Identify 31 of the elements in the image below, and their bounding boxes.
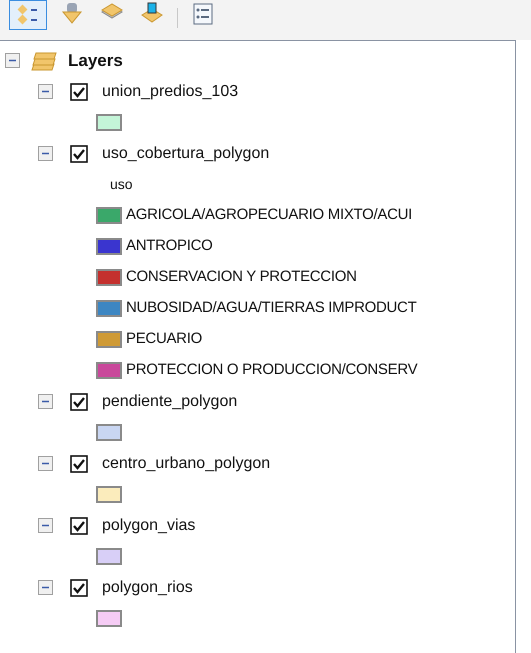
legend-label: PROTECCION O PRODUCCION/CONSERV	[126, 360, 418, 380]
legend-field-name: uso	[110, 175, 133, 194]
layer-checkbox[interactable]	[70, 578, 88, 596]
legend-label: CONSERVACION Y PROTECCION	[126, 267, 357, 288]
layer-checkbox[interactable]	[70, 392, 88, 410]
layer-name[interactable]: pendiente_polygon	[102, 390, 238, 414]
collapse-icon[interactable]	[38, 146, 53, 161]
legend-label: ANTROPICO	[126, 236, 212, 256]
database-layer-icon	[60, 2, 84, 26]
layer-name[interactable]: polygon_vias	[102, 514, 196, 538]
layer-checkbox[interactable]	[70, 144, 88, 162]
layer-name[interactable]: union_predios_103	[102, 80, 238, 104]
legend-label: PECUARIO	[126, 329, 202, 350]
layer-checkbox[interactable]	[70, 516, 88, 534]
collapse-icon[interactable]	[38, 394, 53, 409]
layer-name[interactable]: polygon_rios	[102, 576, 193, 600]
collapse-icon[interactable]	[38, 456, 53, 471]
layer-name[interactable]: centro_urbano_polygon	[102, 452, 270, 476]
legend-label: AGRICOLA/AGROPECUARIO MIXTO/ACUI	[126, 205, 412, 226]
toolbar-button[interactable]	[9, 0, 47, 30]
legend-label: NUBOSIDAD/AGUA/TIERRAS IMPRODUCT	[126, 298, 416, 318]
layer-name[interactable]: uso_cobertura_polygon	[102, 142, 270, 166]
layers-stack-icon	[30, 50, 58, 72]
list-by-drawing-order-icon	[16, 3, 40, 27]
collapse-icon[interactable]	[38, 518, 53, 533]
collapse-icon[interactable]	[5, 53, 20, 68]
layer-checkbox[interactable]	[70, 454, 88, 472]
collapse-icon[interactable]	[38, 580, 53, 595]
layer-checkbox[interactable]	[70, 82, 88, 100]
layers-title: Layers	[68, 50, 123, 72]
collapse-icon[interactable]	[38, 84, 53, 99]
